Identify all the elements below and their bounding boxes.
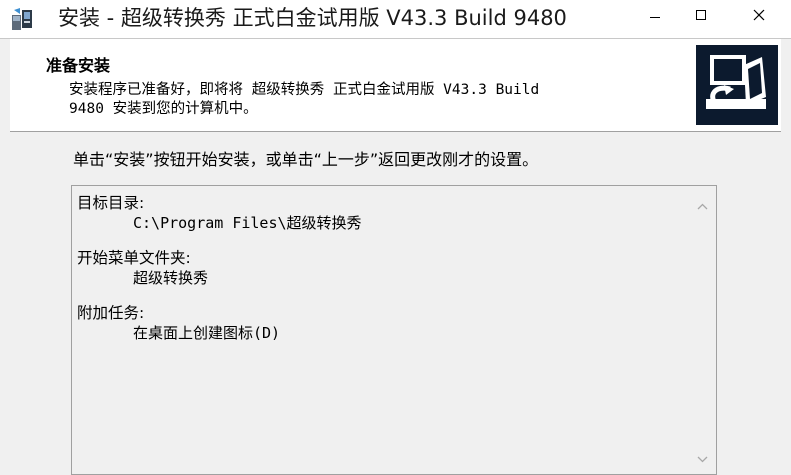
page-description: 安装程序已准备好，即将将 超级转换秀 正式白金试用版 V43.3 Build 9… bbox=[69, 82, 540, 117]
wizard-header: 准备安装 安装程序已准备好，即将将 超级转换秀 正式白金试用版 V43.3 Bu… bbox=[10, 39, 781, 132]
memo-section-start-menu: 开始菜单文件夹: 超级转换秀 bbox=[77, 249, 677, 288]
scroll-up-icon[interactable] bbox=[695, 199, 710, 214]
maximize-button[interactable] bbox=[678, 0, 724, 30]
vertical-scrollbar[interactable] bbox=[689, 186, 716, 474]
title-bar[interactable]: 安装 - 超级转换秀 正式白金试用版 V43.3 Build 9480 bbox=[0, 0, 791, 38]
maximize-icon bbox=[696, 10, 706, 20]
memo-section-tasks: 附加任务: 在桌面上创建图标(D) bbox=[77, 304, 677, 343]
memo-heading: 开始菜单文件夹: bbox=[77, 249, 191, 267]
memo-heading: 附加任务: bbox=[77, 304, 145, 322]
close-icon bbox=[753, 9, 764, 21]
memo-value: 超级转换秀 bbox=[133, 269, 209, 287]
ready-memo[interactable]: 目标目录: C:\Program Files\超级转换秀 开始菜单文件夹: 超级… bbox=[71, 185, 717, 475]
close-button[interactable] bbox=[726, 0, 791, 30]
memo-section-destination: 目标目录: C:\Program Files\超级转换秀 bbox=[77, 194, 677, 233]
memo-value: 在桌面上创建图标(D) bbox=[133, 324, 281, 342]
minimize-button[interactable] bbox=[632, 0, 678, 30]
window-title: 安装 - 超级转换秀 正式白金试用版 V43.3 Build 9480 bbox=[58, 6, 567, 30]
memo-value: C:\Program Files\超级转换秀 bbox=[133, 214, 362, 232]
minimize-icon bbox=[650, 17, 660, 18]
page-title: 准备安装 bbox=[46, 56, 111, 75]
memo-content: 目标目录: C:\Program Files\超级转换秀 开始菜单文件夹: 超级… bbox=[77, 194, 677, 359]
memo-heading: 目标目录: bbox=[77, 194, 145, 212]
installer-icon[interactable] bbox=[10, 6, 36, 32]
computer-install-icon bbox=[696, 45, 778, 125]
scroll-down-icon[interactable] bbox=[695, 452, 710, 467]
instruction-text: 单击“安装”按钮开始安装，或单击“上一步”返回更改刚才的设置。 bbox=[73, 150, 539, 169]
